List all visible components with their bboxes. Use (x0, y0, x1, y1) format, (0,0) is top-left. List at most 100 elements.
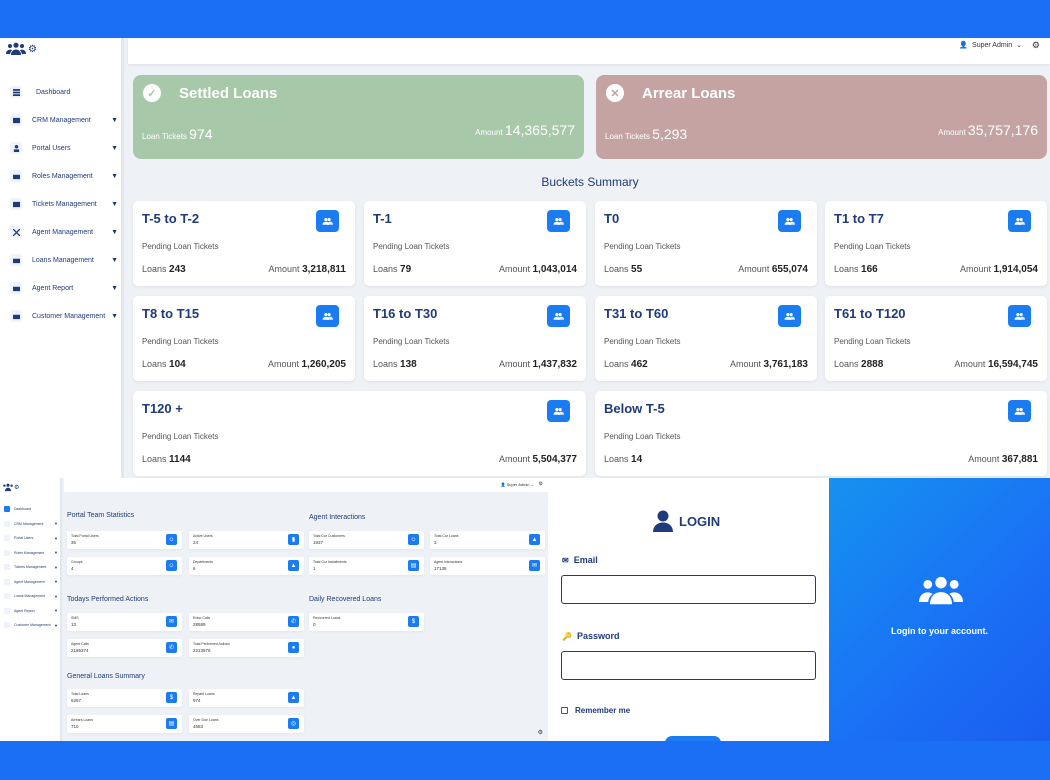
sidebar-item-agents[interactable]: Agent Management ▼ (10, 218, 118, 246)
sidebar-item-tickets[interactable]: Tickets Management ▼ (10, 190, 118, 218)
mini-sidebar-item[interactable]: Customer Management ▼ (4, 618, 58, 633)
stat-icon-button[interactable]: ◎ (288, 718, 299, 729)
stat-value: 710 (71, 724, 79, 729)
sidebar-item-crm[interactable]: CRM Management ▼ (10, 106, 118, 134)
stat-icon-button[interactable]: $ (166, 692, 177, 703)
users-icon-button[interactable] (1008, 400, 1031, 422)
loans-label: Loans (604, 454, 629, 464)
tickets-icon (10, 198, 22, 210)
sidebar-item-customers[interactable]: Customer Management ▼ (10, 302, 118, 330)
sidebar-item-dashboard[interactable]: Dashboard (10, 78, 118, 106)
stat-value: 6 (193, 566, 196, 571)
stat-card: Groups 4 ☺ (67, 557, 182, 575)
caret-down-icon: ▼ (54, 593, 58, 599)
users-icon-button[interactable] (547, 305, 570, 327)
sidebar-item-label: Dashboard (36, 88, 71, 96)
caret-down-icon: ▼ (111, 116, 118, 124)
bucket-title: T1 to T7 (834, 211, 884, 226)
sidebar-item-loans[interactable]: Loans Management ▼ (10, 246, 118, 274)
stat-icon-button[interactable]: ☺ (166, 534, 177, 545)
amount-label: Amount (959, 264, 991, 274)
users-icon-button[interactable] (547, 210, 570, 232)
nav-icon (4, 535, 10, 542)
login-button[interactable] (665, 736, 721, 741)
amount-label: Amount (498, 359, 530, 369)
stat-icon-button[interactable]: ☺ (166, 560, 177, 571)
stat-label: Total Loans (71, 692, 89, 696)
label: Amount (475, 128, 503, 137)
sidebar-item-portal-users[interactable]: Portal Users ▼ (10, 134, 118, 162)
sidebar-item-roles[interactable]: Roles Management ▼ (10, 162, 118, 190)
mini-sidebar-item[interactable]: Portal Users ▼ (4, 531, 58, 546)
password-field[interactable] (561, 651, 816, 680)
remember-checkbox[interactable] (561, 707, 568, 714)
mini-sidebar-item[interactable]: Agent Management ▼ (4, 575, 58, 590)
stat-icon-button[interactable]: ✆ (288, 616, 299, 627)
stat-icon-button[interactable]: $ (408, 616, 419, 627)
caret-down-icon: ▼ (111, 228, 118, 236)
loans-label: Loans (142, 359, 167, 369)
bucket-card: T-5 to T-2 Pending Loan Tickets Loans 243 A… (133, 201, 355, 286)
mini-sidebar-label: Customer Management (14, 623, 51, 628)
nav-icon (4, 607, 10, 614)
stat-icon-button[interactable]: ▤ (166, 718, 177, 729)
caret-down-icon: ▼ (111, 312, 118, 320)
bucket-card: T61 to T120 Pending Loan Tickets Loans 288… (825, 296, 1047, 381)
users-icon-button[interactable] (1008, 305, 1031, 327)
users-icon-button[interactable] (316, 305, 339, 327)
amount-value: 16,594,745 (987, 359, 1038, 370)
users-icon-button[interactable] (778, 305, 801, 327)
mini-sidebar-item[interactable]: CRM Management ▼ (4, 517, 58, 532)
user-menu[interactable]: 👤 Super Admin ⌄ (959, 41, 1022, 50)
loans-value: 104 (169, 359, 186, 370)
users-icon-button[interactable] (547, 400, 570, 422)
pending-label: Pending Loan Tickets (373, 242, 450, 251)
users-icon-button[interactable] (778, 210, 801, 232)
password-label: 🔑 Password (562, 631, 620, 641)
gear-icon[interactable]: ⚙ (538, 729, 543, 736)
label: Amount (938, 128, 966, 137)
stat-label: Departments (193, 560, 214, 564)
gear-icon[interactable]: ⚙ (14, 484, 19, 491)
remember-me[interactable]: Remember me (561, 706, 630, 715)
nav-icon (4, 520, 10, 527)
stat-icon-button[interactable]: ▲ (529, 534, 540, 545)
mini-sidebar-item[interactable]: Loans Management ▼ (4, 589, 58, 604)
mini-sidebar-item[interactable]: Dashboard (4, 502, 58, 517)
mini-sidebar-item[interactable]: Agent Report ▼ (4, 604, 58, 619)
caret-down-icon: ▼ (54, 608, 58, 614)
amount-label: Amount (729, 359, 761, 369)
stat-card: Recovered Loans 0 $ (309, 613, 424, 631)
gear-icon[interactable]: ⚙ (1032, 40, 1040, 51)
stat-icon-button[interactable]: ✉ (166, 616, 177, 627)
stat-icon-button[interactable]: ▮ (288, 534, 299, 545)
login-header: LOGIN (653, 510, 720, 532)
loan-tickets: Loan Tickets 974 (142, 126, 213, 142)
stat-icon-button[interactable]: ▲ (288, 560, 299, 571)
bucket-title: T31 to T60 (604, 306, 669, 321)
stat-icon-button[interactable]: ▲ (288, 692, 299, 703)
stat-icon-button[interactable]: ✉ (529, 560, 540, 571)
nav-icon (4, 506, 10, 513)
stat-icon-button[interactable]: ● (288, 642, 299, 653)
stat-label: Total Cur Installments (313, 560, 347, 564)
bucket-loans: Loans 138 (373, 359, 417, 370)
gear-icon[interactable]: ⚙ (539, 481, 543, 487)
caret-down-icon: ▼ (111, 144, 118, 152)
pending-label: Pending Loan Tickets (142, 337, 219, 346)
mini-sidebar-item[interactable]: Tickets Management ▼ (4, 560, 58, 575)
mini-sidebar-item[interactable]: Roles Management ▼ (4, 546, 58, 561)
email-field[interactable] (561, 575, 816, 604)
stat-icon-button[interactable]: ☺ (408, 534, 419, 545)
gear-icon[interactable]: ⚙ (28, 44, 37, 55)
stat-icon-button[interactable]: ✆ (166, 642, 177, 653)
stat-icon-button[interactable]: ▤ (408, 560, 419, 571)
stat-label: SMS (71, 616, 79, 620)
amount-label: Amount (968, 454, 1000, 464)
stat-label: Recovered Loans (313, 616, 341, 620)
users-icon-button[interactable] (1008, 210, 1031, 232)
sidebar-item-agent-report[interactable]: Agent Report ▼ (10, 274, 118, 302)
settled-loans-card: ✓ Settled Loans Loan Tickets 974 Amount … (133, 75, 584, 159)
users-icon-button[interactable] (316, 210, 339, 232)
user-menu[interactable]: 👤 Super Admin ⌄ (501, 482, 534, 487)
